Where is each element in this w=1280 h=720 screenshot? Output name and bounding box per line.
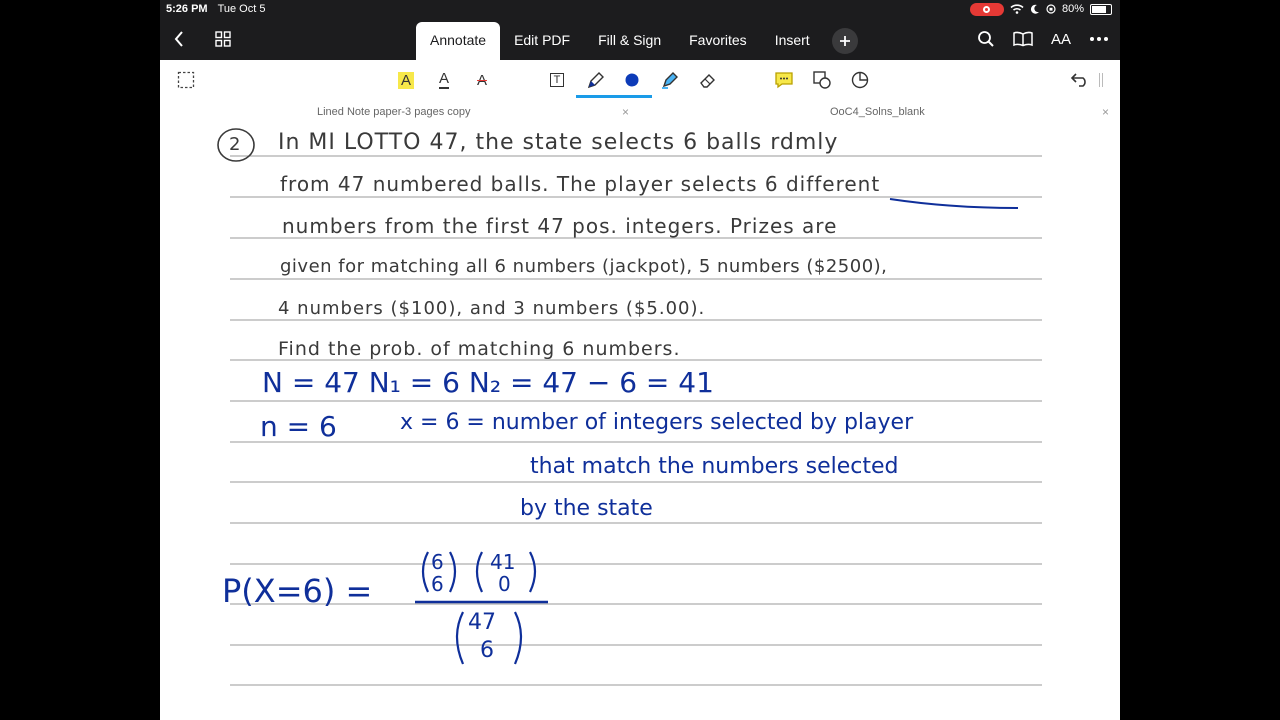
plus-icon (839, 36, 850, 46)
probability-lhs: P(X=6) = (222, 572, 373, 610)
more-options-icon[interactable] (1084, 18, 1114, 60)
highlight-glyph: A (397, 71, 414, 89)
status-bar: 5:26 PM Tue Oct 5 80% (160, 0, 1120, 18)
shapes-icon[interactable] (810, 68, 834, 92)
status-time: 5:26 PM (166, 3, 208, 15)
moon-icon (1030, 4, 1039, 14)
grid-view-icon[interactable] (208, 18, 238, 60)
wifi-icon (1010, 4, 1024, 14)
tab-favorites[interactable]: Favorites (675, 22, 761, 60)
add-tool-button[interactable] (831, 28, 858, 54)
toolbar-grip-icon[interactable] (1096, 68, 1106, 92)
battery-percent: 80% (1061, 3, 1084, 15)
strike-glyph: A (476, 71, 487, 89)
binom-1-bottom: 6 (431, 572, 444, 596)
document-tab-bar: Lined Note paper-3 pages copy × OoC4_Sol… (160, 100, 1120, 124)
active-tool-indicator (576, 95, 652, 98)
work-line-2a: n = 6 (260, 410, 337, 443)
close-doc-tab-1-icon[interactable]: × (622, 100, 629, 124)
binom-den-bottom: 6 (480, 638, 494, 663)
emphasis-underline (889, 198, 1019, 209)
orientation-lock-icon (1046, 4, 1056, 14)
underline-glyph: A (438, 70, 449, 89)
work-line-4: by the state (520, 496, 653, 521)
work-line-2b: x = 6 = number of integers selected by p… (400, 410, 914, 435)
highlight-text-icon[interactable]: A (394, 68, 418, 92)
work-line-1: N = 47 N₁ = 6 N₂ = 47 − 6 = 41 (262, 366, 714, 399)
problem-line-6: Find the prob. of matching 6 numbers. (278, 338, 681, 360)
battery-icon (1090, 3, 1112, 15)
tab-fill-sign[interactable]: Fill & Sign (584, 22, 675, 60)
doc-tab-ooc4[interactable]: OoC4_Solns_blank (830, 100, 925, 124)
note-page[interactable]: 2 In MI LOTTO 47, the state selects 6 ba… (160, 124, 1120, 720)
problem-line-3: numbers from the first 47 pos. integers.… (282, 214, 838, 238)
status-date: Tue Oct 5 (217, 3, 266, 15)
close-doc-tab-2-icon[interactable]: × (1102, 100, 1109, 124)
text-box-icon[interactable]: T (545, 68, 569, 92)
work-line-3: that match the numbers selected (530, 454, 899, 479)
pen-icon[interactable] (584, 68, 608, 92)
tab-edit-pdf[interactable]: Edit PDF (500, 22, 584, 60)
problem-line-2: from 47 numbered balls. The player selec… (280, 172, 881, 196)
problem-line-5: 4 numbers ($100), and 3 numbers ($5.00). (278, 298, 706, 319)
highlighter-icon[interactable] (658, 68, 682, 92)
underline-text-icon[interactable]: A (432, 68, 456, 92)
mode-tabs: Annotate Edit PDF Fill & Sign Favorites … (416, 22, 858, 60)
font-size-glyph: AA (1050, 30, 1071, 48)
strikethrough-text-icon[interactable]: A (470, 68, 494, 92)
binom-den-top: 47 (468, 610, 496, 635)
screen-recording-icon[interactable] (969, 2, 1004, 16)
top-navigation-bar: Annotate Edit PDF Fill & Sign Favorites … (160, 18, 1120, 60)
problem-line-4: given for matching all 6 numbers (jackpo… (280, 256, 888, 277)
tab-insert[interactable]: Insert (761, 22, 824, 60)
textbox-glyph: T (549, 73, 565, 87)
back-chevron-icon[interactable] (164, 18, 194, 60)
problem-line-1: In MI LOTTO 47, the state selects 6 ball… (278, 130, 839, 155)
binom-2-bottom: 0 (498, 572, 511, 596)
tab-annotate[interactable]: Annotate (416, 22, 501, 60)
problem-number: 2 (229, 134, 242, 155)
pen-color-swatch-icon[interactable] (620, 68, 644, 92)
lasso-select-icon[interactable] (174, 68, 198, 92)
comment-note-icon[interactable] (772, 68, 796, 92)
stamp-sticker-icon[interactable] (848, 68, 872, 92)
font-size-icon[interactable]: AA (1046, 18, 1076, 60)
doc-tab-lined-note[interactable]: Lined Note paper-3 pages copy (317, 100, 471, 124)
ipad-screen: 5:26 PM Tue Oct 5 80% Annotate Edit PDF … (160, 0, 1120, 720)
eraser-icon[interactable] (696, 68, 720, 92)
book-view-icon[interactable] (1008, 18, 1038, 60)
undo-icon[interactable] (1068, 68, 1092, 92)
binom-1-top: 6 (431, 550, 444, 574)
annotation-toolbar: A A A T (160, 60, 1120, 101)
search-icon[interactable] (971, 18, 1001, 60)
binom-2-top: 41 (490, 550, 516, 574)
